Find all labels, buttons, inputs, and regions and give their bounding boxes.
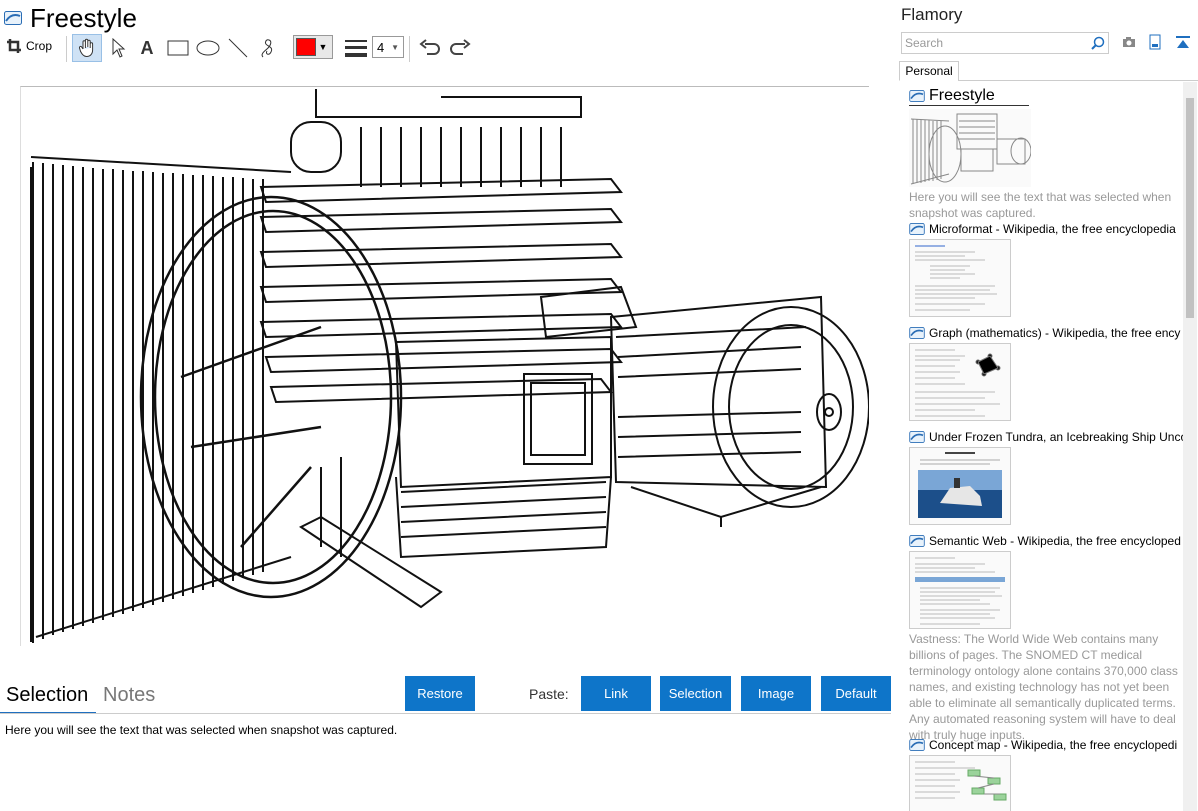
compressor-sketch-image bbox=[30, 89, 869, 643]
tab-divider bbox=[958, 80, 1198, 81]
snapshot-item[interactable]: Microformat - Wikipedia, the free encycl… bbox=[909, 222, 1183, 317]
drawing-toolbar: Crop A ▼ 4 ▼ bbox=[0, 32, 895, 64]
text-tool-button[interactable]: A bbox=[136, 36, 158, 60]
snapshot-description: Vastness: The World Wide Web contains ma… bbox=[909, 632, 1178, 742]
flamory-logo-icon bbox=[909, 535, 925, 547]
undo-icon bbox=[419, 39, 440, 55]
snapshot-title: Semantic Web - Wikipedia, the free encyc… bbox=[929, 534, 1181, 548]
search-input[interactable]: Search bbox=[901, 32, 1109, 54]
snapshot-thumbnail bbox=[909, 343, 1011, 421]
app-title-text: Freestyle bbox=[30, 2, 137, 33]
page-icon[interactable] bbox=[1149, 34, 1161, 50]
crop-icon bbox=[7, 39, 21, 53]
cylinder-fins bbox=[259, 89, 623, 404]
snapshot-title: Freestyle bbox=[929, 87, 995, 104]
selection-text[interactable]: Here you will see the text that was sele… bbox=[5, 723, 397, 737]
electric-motor bbox=[539, 285, 869, 527]
paste-selection-button[interactable]: Selection bbox=[660, 676, 731, 711]
paste-image-button[interactable]: Image bbox=[741, 676, 811, 711]
rectangle-tool-button[interactable] bbox=[165, 36, 191, 60]
snapshot-thumbnail bbox=[909, 551, 1011, 629]
snapshot-thumbnail bbox=[909, 109, 1031, 187]
snapshot-canvas[interactable] bbox=[20, 86, 869, 646]
app-title: Freestyle bbox=[4, 2, 137, 33]
crop-button[interactable]: Crop bbox=[6, 38, 52, 54]
tab-notes[interactable]: Notes bbox=[103, 684, 155, 707]
snapshot-thumbnail bbox=[909, 447, 1011, 525]
flamory-logo-icon bbox=[909, 90, 925, 102]
search-placeholder: Search bbox=[905, 36, 944, 50]
restore-button[interactable]: Restore bbox=[405, 676, 475, 711]
snapshot-item[interactable]: Freestyle Here you will see the text tha… bbox=[909, 87, 1183, 221]
toolbar-divider bbox=[409, 36, 410, 62]
camera-icon[interactable] bbox=[1122, 36, 1136, 48]
snapshot-item-header: Semantic Web - Wikipedia, the free encyc… bbox=[909, 534, 1183, 548]
editor-pane: Freestyle Crop A ▼ 4 ▼ Selection Notes R… bbox=[0, 0, 895, 811]
ellipse-icon bbox=[196, 40, 220, 56]
snapshot-title: Microformat - Wikipedia, the free encycl… bbox=[929, 222, 1176, 236]
snapshot-item[interactable]: Semantic Web - Wikipedia, the free encyc… bbox=[909, 534, 1183, 743]
snapshot-list: Freestyle Here you will see the text tha… bbox=[896, 82, 1183, 811]
paste-default-button[interactable]: Default bbox=[821, 676, 891, 711]
grille-lines bbox=[30, 156, 292, 643]
line-width-value: 4 bbox=[377, 39, 385, 55]
toolbar-divider bbox=[66, 36, 67, 62]
chevron-down-icon: ▼ bbox=[318, 42, 328, 52]
line-tool-button[interactable] bbox=[226, 36, 250, 60]
hand-icon bbox=[78, 38, 94, 58]
ellipse-tool-button[interactable] bbox=[195, 36, 221, 60]
snapshot-item-header: Microformat - Wikipedia, the free encycl… bbox=[909, 222, 1183, 236]
snapshot-thumbnail bbox=[909, 239, 1011, 317]
snapshot-item-header: Freestyle bbox=[909, 87, 1029, 106]
hand-tool-button[interactable] bbox=[72, 34, 102, 62]
snapshot-thumbnail bbox=[909, 755, 1011, 811]
crop-label: Crop bbox=[26, 39, 53, 53]
flamory-logo-icon bbox=[909, 431, 925, 443]
snapshot-title: Concept map - Wikipedia, the free encycl… bbox=[929, 738, 1178, 752]
tab-personal[interactable]: Personal bbox=[899, 61, 959, 81]
paste-link-button[interactable]: Link bbox=[581, 676, 651, 711]
snapshot-item-header: Under Frozen Tundra, an Icebreaking Ship… bbox=[909, 430, 1183, 444]
snapshot-item-header: Graph (mathematics) - Wikipedia, the fre… bbox=[909, 326, 1183, 340]
flywheel bbox=[139, 195, 403, 599]
search-icon[interactable] bbox=[1091, 36, 1105, 50]
undo-button[interactable] bbox=[417, 35, 443, 61]
flamory-logo-icon bbox=[909, 223, 925, 235]
snapshot-item[interactable]: Under Frozen Tundra, an Icebreaking Ship… bbox=[909, 430, 1183, 525]
color-swatch bbox=[296, 38, 316, 56]
collapse-top-icon[interactable] bbox=[1175, 35, 1191, 49]
snapshot-title: Graph (mathematics) - Wikipedia, the fre… bbox=[929, 326, 1181, 340]
rectangle-icon bbox=[167, 40, 189, 56]
paste-label: Paste: bbox=[529, 686, 569, 702]
text-a-icon: A bbox=[140, 37, 154, 58]
scrollbar-thumb[interactable] bbox=[1186, 98, 1194, 318]
snapshot-item[interactable]: Concept map - Wikipedia, the free encycl… bbox=[909, 738, 1183, 811]
redo-icon bbox=[450, 39, 471, 55]
snapshot-item[interactable]: Graph (mathematics) - Wikipedia, the fre… bbox=[909, 326, 1183, 421]
crankcase bbox=[299, 335, 612, 609]
sidebar-title: Flamory bbox=[901, 5, 963, 24]
flamory-logo-icon bbox=[4, 11, 22, 25]
snapshot-item-header: Concept map - Wikipedia, the free encycl… bbox=[909, 738, 1183, 752]
select-tool-button[interactable] bbox=[108, 36, 130, 60]
flamory-logo-icon bbox=[909, 739, 925, 751]
color-picker-button[interactable]: ▼ bbox=[293, 35, 333, 59]
flamory-sidebar: Flamory Search Personal Freestyle Here y… bbox=[896, 0, 1198, 811]
tabs-divider bbox=[0, 713, 891, 714]
line-width-select[interactable]: 4 ▼ bbox=[372, 36, 404, 58]
chevron-down-icon: ▼ bbox=[391, 42, 399, 52]
freehand-icon bbox=[261, 39, 273, 58]
flamory-logo-icon bbox=[909, 327, 925, 339]
snapshot-title: Under Frozen Tundra, an Icebreaking Ship… bbox=[929, 430, 1183, 444]
line-icon bbox=[228, 38, 248, 58]
cursor-arrow-icon bbox=[112, 38, 126, 58]
redo-button[interactable] bbox=[447, 35, 473, 61]
sidebar-scrollbar[interactable] bbox=[1183, 82, 1197, 811]
freehand-tool-button[interactable] bbox=[256, 36, 280, 60]
line-width-icon bbox=[343, 36, 369, 60]
snapshot-description: Here you will see the text that was sele… bbox=[909, 190, 1172, 220]
tab-selection[interactable]: Selection bbox=[6, 684, 88, 707]
